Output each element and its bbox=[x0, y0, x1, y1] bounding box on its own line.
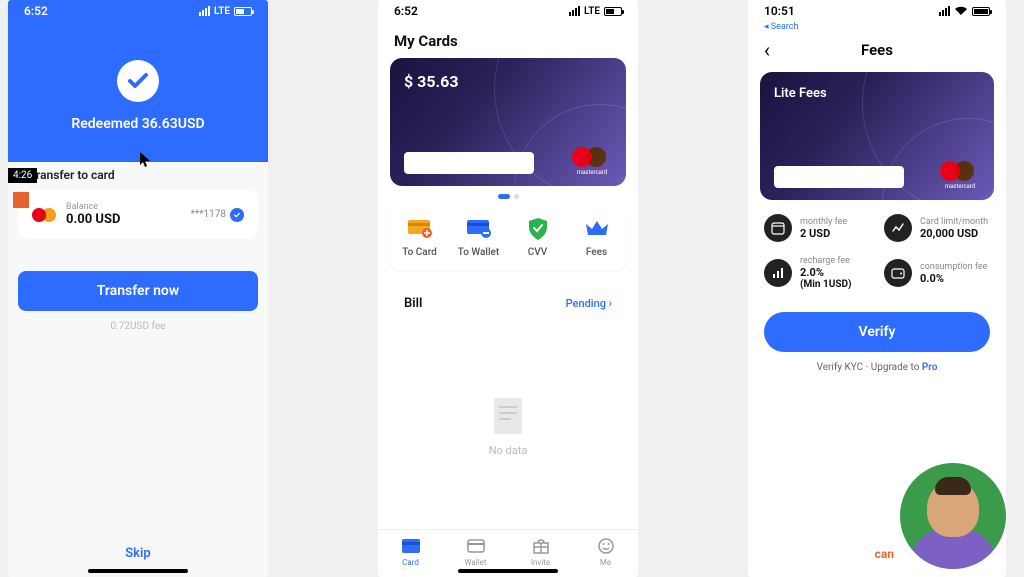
action-row: To Card To Wallet CVV Fees bbox=[390, 205, 626, 270]
fee-limit: Card limit/month20,000 USD bbox=[884, 214, 990, 242]
document-icon bbox=[490, 396, 526, 436]
page-title: Fees bbox=[764, 41, 990, 59]
action-label: To Card bbox=[390, 247, 449, 258]
card-number-field bbox=[404, 152, 534, 174]
balance-block: Balance 0.00 USD bbox=[66, 202, 181, 227]
tab-wallet[interactable]: Wallet bbox=[443, 536, 508, 567]
crown-icon bbox=[567, 217, 626, 241]
card-brand: mastercard bbox=[572, 146, 612, 176]
card-title: Lite Fees bbox=[774, 86, 980, 101]
caption-text: can bbox=[875, 547, 894, 561]
verify-button[interactable]: Verify bbox=[764, 312, 990, 352]
status-bar: 6:52 LTE bbox=[8, 0, 268, 22]
verified-badge-icon bbox=[230, 208, 244, 222]
status-time: 6:52 bbox=[394, 4, 418, 18]
wallet-icon bbox=[443, 536, 508, 556]
bill-label: Bill bbox=[404, 296, 422, 311]
mastercard-icon bbox=[32, 207, 56, 223]
bill-status[interactable]: Pending › bbox=[566, 297, 612, 310]
battery-icon bbox=[234, 7, 252, 16]
card-brand: mastercard bbox=[940, 160, 980, 190]
status-time: 10:51 bbox=[764, 4, 795, 18]
home-indicator bbox=[458, 569, 558, 573]
wifi-icon bbox=[954, 6, 968, 16]
presenter-avatar bbox=[900, 463, 1006, 569]
card-pager[interactable] bbox=[378, 194, 638, 199]
back-search[interactable]: ◂ Search bbox=[748, 22, 1006, 32]
card-last4: ***1178 bbox=[191, 208, 244, 222]
activity-icon bbox=[884, 214, 912, 242]
status-time: 6:52 bbox=[24, 4, 48, 18]
to-card-button[interactable]: To Card bbox=[390, 217, 449, 258]
signal-icon bbox=[199, 6, 210, 16]
page-title: My Cards bbox=[378, 22, 638, 58]
to-wallet-button[interactable]: To Wallet bbox=[449, 217, 508, 258]
transfer-heading: ransfer to card bbox=[18, 162, 258, 190]
smiley-icon bbox=[573, 536, 638, 556]
status-bar: 6:52 LTE bbox=[378, 0, 638, 22]
tab-card[interactable]: Card bbox=[378, 536, 443, 567]
card-number-field bbox=[774, 166, 904, 188]
tab-me[interactable]: Me bbox=[573, 536, 638, 567]
battery-icon bbox=[972, 7, 990, 16]
redeem-body: ransfer to card Balance 0.00 USD ***1178… bbox=[8, 162, 268, 577]
action-label: To Wallet bbox=[449, 247, 508, 258]
phone-mycards: 6:52 LTE My Cards $ 35.63 mastercard To … bbox=[378, 0, 638, 577]
status-bar: 10:51 bbox=[748, 0, 1006, 22]
cvv-button[interactable]: CVV bbox=[508, 217, 567, 258]
signal-icon bbox=[939, 6, 950, 16]
wallet-icon bbox=[884, 259, 912, 287]
battery-icon bbox=[604, 7, 622, 16]
empty-text: No data bbox=[489, 444, 528, 457]
network-label: LTE bbox=[584, 6, 600, 17]
video-timestamp: 4:26 bbox=[8, 168, 37, 183]
bill-row[interactable]: Bill Pending › bbox=[390, 284, 626, 323]
mastercard-icon bbox=[940, 160, 974, 182]
fee-consumption: consumption fee0.0% bbox=[884, 256, 990, 290]
action-label: Fees bbox=[567, 247, 626, 258]
mastercard-icon bbox=[572, 146, 606, 168]
fee-card: Lite Fees mastercard bbox=[760, 72, 994, 200]
kyc-text: Verify KYC · Upgrade to Pro bbox=[748, 362, 1006, 373]
fee-text: 0.72USD fee bbox=[18, 321, 258, 332]
gift-icon bbox=[508, 536, 573, 556]
shield-icon bbox=[508, 217, 567, 241]
fee-monthly: monthly fee2 USD bbox=[764, 214, 870, 242]
fee-recharge: recharge fee2.0%(Min 1USD) bbox=[764, 256, 870, 290]
redeem-hero: 6:52 LTE Redeemed 36.63USD bbox=[8, 0, 268, 162]
success-check-icon bbox=[117, 60, 159, 102]
home-indicator bbox=[88, 569, 188, 573]
phone-redeem: 4:26 6:52 LTE Redeemed 36.63USD ransfer … bbox=[8, 0, 268, 577]
signal-icon bbox=[569, 6, 580, 16]
fee-grid: monthly fee2 USD Card limit/month20,000 … bbox=[764, 214, 990, 290]
empty-state: No data bbox=[378, 323, 638, 529]
tab-bar: Card Wallet Invite Me bbox=[378, 529, 638, 569]
virtual-card[interactable]: $ 35.63 mastercard bbox=[390, 58, 626, 186]
tab-invite[interactable]: Invite bbox=[508, 536, 573, 567]
transfer-now-button[interactable]: Transfer now bbox=[18, 271, 258, 311]
network-label: LTE bbox=[214, 6, 230, 17]
video-marker bbox=[13, 192, 29, 208]
card-balance: $ 35.63 bbox=[404, 72, 612, 91]
pro-link[interactable]: Pro bbox=[922, 362, 938, 373]
card-selector[interactable]: Balance 0.00 USD ***1178 bbox=[18, 190, 258, 239]
balance-value: 0.00 USD bbox=[66, 212, 181, 227]
calendar-icon bbox=[764, 214, 792, 242]
to-wallet-icon bbox=[449, 217, 508, 241]
balance-label: Balance bbox=[66, 202, 181, 212]
fees-button[interactable]: Fees bbox=[567, 217, 626, 258]
redeemed-amount: Redeemed 36.63USD bbox=[8, 116, 268, 132]
to-card-icon bbox=[390, 217, 449, 241]
skip-button[interactable]: Skip bbox=[18, 528, 258, 569]
card-icon bbox=[378, 536, 443, 556]
action-label: CVV bbox=[508, 247, 567, 258]
header: ‹ Fees bbox=[748, 32, 1006, 68]
chart-icon bbox=[764, 259, 792, 287]
